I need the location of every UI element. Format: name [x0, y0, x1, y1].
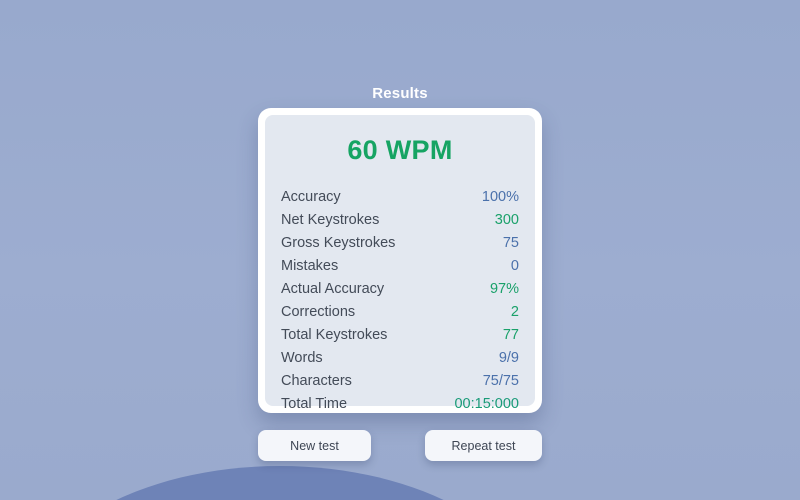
- stat-row: Net Keystrokes 300: [281, 209, 519, 232]
- stat-row: Characters 75/75: [281, 370, 519, 393]
- stat-value: 0: [510, 258, 519, 274]
- repeat-test-button[interactable]: Repeat test: [425, 430, 542, 461]
- stat-label: Corrections: [281, 304, 356, 320]
- stat-row: Total Time 00:15:000: [281, 393, 519, 416]
- stat-value: 75/75: [482, 373, 519, 389]
- results-card-surface: 60 WPM Accuracy 100% Net Keystrokes 300 Gros…: [265, 115, 535, 412]
- stat-value: 9/9: [498, 350, 519, 366]
- stat-label: Total Keystrokes: [281, 327, 388, 343]
- stat-label: Accuracy: [281, 189, 341, 205]
- stat-row: Gross Keystrokes 75: [281, 232, 519, 255]
- stat-value: 00:15:000: [454, 396, 519, 412]
- stat-row: Accuracy 100%: [281, 186, 519, 209]
- wpm-headline: 60 WPM: [347, 135, 453, 165]
- stat-row: Corrections 2: [281, 301, 519, 324]
- page-title: Results: [372, 85, 428, 102]
- stat-label: Characters: [281, 373, 352, 389]
- new-test-button[interactable]: New test: [258, 430, 371, 461]
- stat-value: 77: [502, 327, 519, 343]
- stats-list: Accuracy 100% Net Keystrokes 300 Gross Keyst…: [281, 186, 519, 416]
- stat-label: Total Time: [281, 396, 348, 412]
- stat-value: 2: [510, 304, 519, 320]
- stat-value: 75: [502, 235, 519, 251]
- stat-row: Words 9/9: [281, 347, 519, 370]
- results-card: 60 WPM Accuracy 100% Net Keystrokes 300 Gros…: [258, 108, 542, 413]
- stat-label: Net Keystrokes: [281, 212, 380, 228]
- action-button-row: New test Repeat test: [258, 430, 542, 461]
- stat-label: Actual Accuracy: [281, 281, 385, 297]
- stat-row: Total Keystrokes 77: [281, 324, 519, 347]
- stat-value: 300: [494, 212, 519, 228]
- results-screen: Results 60 WPM Accuracy 100% Net Keystroke…: [0, 0, 800, 500]
- stat-label: Words: [281, 350, 323, 366]
- stat-label: Gross Keystrokes: [281, 235, 396, 251]
- stat-value: 97%: [489, 281, 519, 297]
- stat-label: Mistakes: [281, 258, 339, 274]
- stat-row: Actual Accuracy 97%: [281, 278, 519, 301]
- stat-value: 100%: [481, 189, 519, 205]
- stat-row: Mistakes 0: [281, 255, 519, 278]
